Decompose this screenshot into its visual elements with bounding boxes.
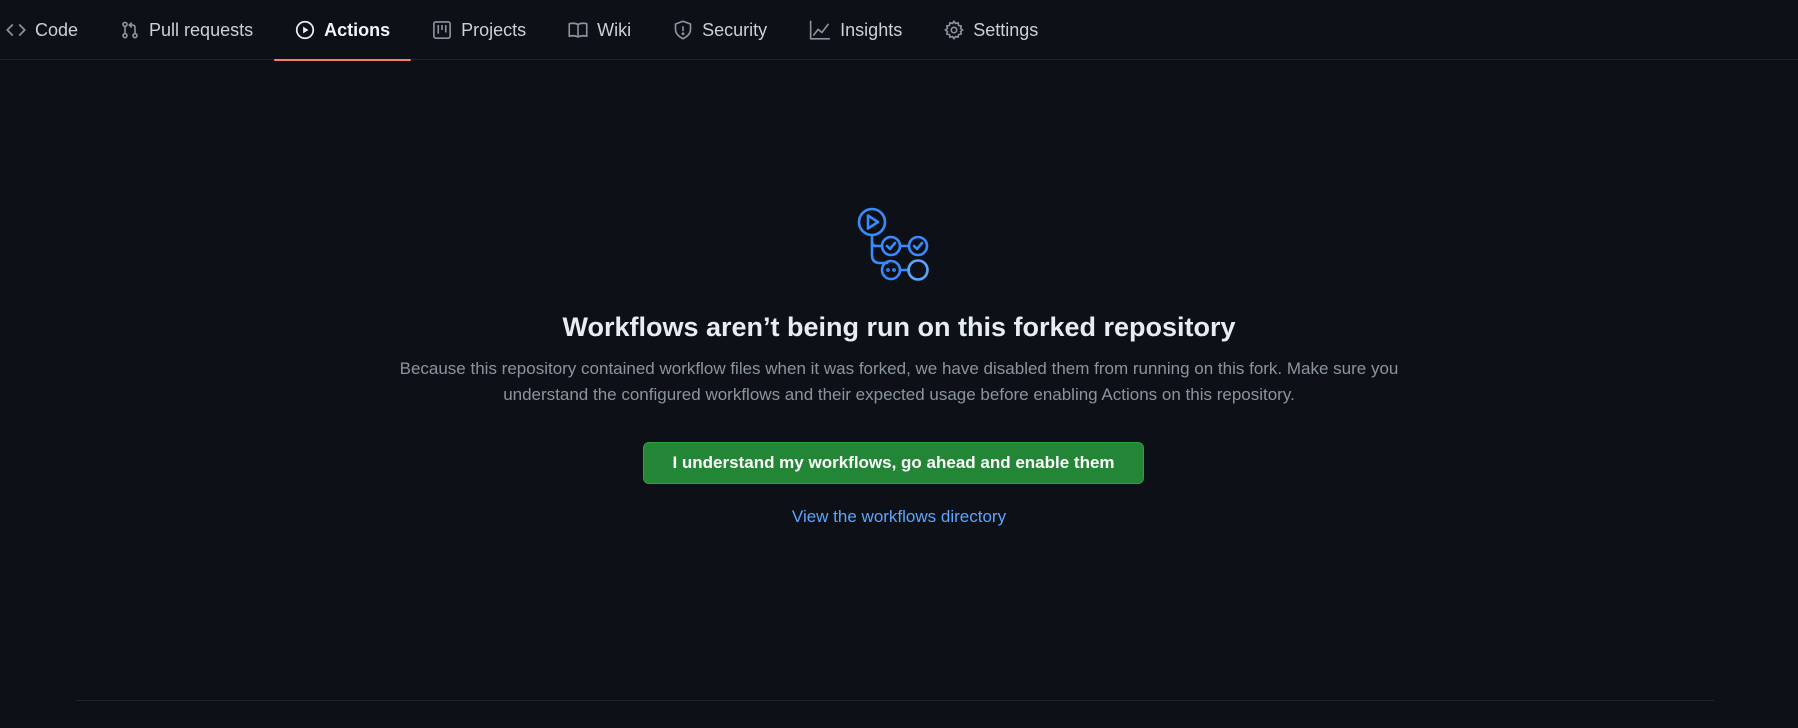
- repo-tabs: Code Pull requests Actions Projects Wiki…: [0, 0, 1798, 61]
- tab-label: Insights: [840, 19, 903, 40]
- play-circle-icon: [295, 20, 315, 40]
- gear-icon: [944, 20, 964, 40]
- tab-code[interactable]: Code: [6, 0, 99, 60]
- footer-divider: [76, 700, 1714, 701]
- tab-label: Wiki: [597, 19, 632, 40]
- enable-workflows-button[interactable]: I understand my workflows, go ahead and …: [643, 442, 1144, 484]
- tab-actions[interactable]: Actions: [274, 0, 412, 61]
- shield-icon: [673, 20, 693, 40]
- tab-security[interactable]: Security: [652, 0, 788, 60]
- book-icon: [568, 20, 588, 40]
- tab-settings[interactable]: Settings: [923, 0, 1059, 60]
- code-icon: [6, 20, 26, 40]
- graph-icon: [809, 20, 831, 40]
- tab-label: Security: [702, 19, 768, 40]
- view-workflows-directory-link[interactable]: View the workflows directory: [0, 507, 1798, 527]
- tab-label: Settings: [973, 19, 1039, 40]
- page-title: Workflows aren’t being run on this forke…: [562, 312, 1236, 342]
- project-board-icon: [432, 20, 452, 40]
- tab-label: Pull requests: [149, 19, 254, 40]
- tab-insights[interactable]: Insights: [788, 0, 923, 60]
- tab-pull-requests[interactable]: Pull requests: [99, 0, 274, 60]
- tab-label: Code: [35, 19, 79, 40]
- tab-label: Actions: [324, 19, 391, 40]
- git-pull-request-icon: [120, 20, 140, 40]
- workflow-icon: [853, 207, 931, 285]
- page-description: Because this repository contained workfl…: [399, 359, 1399, 404]
- tab-wiki[interactable]: Wiki: [547, 0, 652, 60]
- tab-projects[interactable]: Projects: [411, 0, 547, 60]
- tab-label: Projects: [461, 19, 527, 40]
- repo-nav: Code Pull requests Actions Projects Wiki…: [0, 0, 1798, 61]
